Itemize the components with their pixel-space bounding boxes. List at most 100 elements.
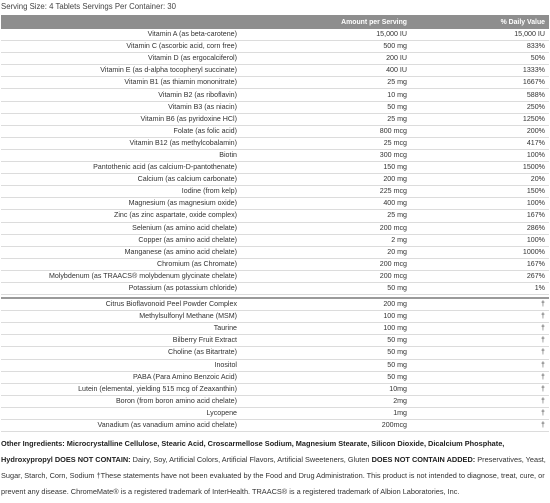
table-row: Methylsulfonyl Methane (MSM) 100 mg † xyxy=(1,310,549,324)
amount-per-serving: 50 mg xyxy=(241,334,411,348)
table-row: Iodine (from kelp) 225 mcg 150% xyxy=(1,185,549,199)
table-row: Calcium (as calcium carbonate) 200 mg 20% xyxy=(1,173,549,187)
daily-value: 250% xyxy=(411,101,549,114)
amount-per-serving: 200 mcg xyxy=(241,258,411,271)
amount-per-serving: 100 mg xyxy=(241,322,411,336)
nutrient-name: Selenium (as amino acid chelate) xyxy=(1,222,241,235)
table-row: Copper (as amino acid chelate) 2 mg 100% xyxy=(1,234,549,247)
does-not-contain-added-label: DOES NOT CONTAIN ADDED: xyxy=(371,455,476,464)
amount-per-serving: 100 mg xyxy=(241,310,411,324)
daily-value: † xyxy=(411,395,549,408)
daily-value: 15,000 IU xyxy=(411,29,549,42)
table-row: Zinc (as zinc aspartate, oxide complex) 2… xyxy=(1,209,549,223)
serving-size-text: Serving Size: 4 Tablets Servings Per Con… xyxy=(1,2,176,11)
table-row: Lycopene 1mg † xyxy=(1,407,549,421)
daily-value: 286% xyxy=(411,222,549,235)
daily-value: 200% xyxy=(411,125,549,138)
other-ingredients-label: Other Ingredients: xyxy=(1,439,65,448)
daily-value: † xyxy=(411,419,549,433)
amount-per-serving: 800 mcg xyxy=(241,125,411,138)
nutrient-name: Biotin xyxy=(1,149,241,163)
amount-per-serving: 2mg xyxy=(241,395,411,408)
amount-per-serving: 500 mg xyxy=(241,40,411,54)
table-row: Biotin 300 mcg 100% xyxy=(1,149,549,163)
nutrient-name: Methylsulfonyl Methane (MSM) xyxy=(1,310,241,324)
nutrient-name: Copper (as amino acid chelate) xyxy=(1,234,241,247)
daily-value: 588% xyxy=(411,88,549,102)
daily-value: † xyxy=(411,334,549,348)
daily-value: 1% xyxy=(411,282,549,296)
amount-per-serving: 20 mg xyxy=(241,246,411,259)
amount-per-serving: 25 mg xyxy=(241,76,411,90)
amount-per-serving: 200 mcg xyxy=(241,270,411,283)
nutrient-name: Vitamin B3 (as niacin) xyxy=(1,101,241,114)
daily-value: † xyxy=(411,407,549,421)
ingredients-footer: Other Ingredients: Microcrystalline Cell… xyxy=(1,436,549,500)
table-row: Pantothenic acid (as calcium-D-pantothen… xyxy=(1,161,549,175)
amount-per-serving: 25 mg xyxy=(241,113,411,126)
nutrient-name: PABA (Para Amino Benzoic Acid) xyxy=(1,371,241,384)
amount-per-serving: 2 mg xyxy=(241,234,411,247)
table-row: Lutein (elemental, yielding 515 mcg of Z… xyxy=(1,383,549,396)
supplement-facts-table: Amount per Serving % Daily Value Vitamin… xyxy=(1,15,549,433)
amount-per-serving: 225 mcg xyxy=(241,185,411,199)
amount-per-serving: 50 mg xyxy=(241,282,411,296)
nutrient-name: Vitamin E (as d-alpha tocopheryl succina… xyxy=(1,64,241,78)
table-row: Vitamin B6 (as pyridoxine HCl) 25 mg 1250% xyxy=(1,113,549,126)
amount-per-serving: 50 mg xyxy=(241,346,411,360)
nutrient-name: Iodine (from kelp) xyxy=(1,185,241,199)
table-row: Folate (as folic acid) 800 mcg 200% xyxy=(1,125,549,138)
daily-value: † xyxy=(411,359,549,372)
daily-value: 1500% xyxy=(411,161,549,175)
nutrient-name: Vitamin B12 (as methylcobalamin) xyxy=(1,137,241,150)
table-row: Boron (from boron amino acid chelate) 2mg… xyxy=(1,395,549,408)
nutrient-name: Magnesium (as magnesium oxide) xyxy=(1,197,241,211)
amount-per-serving: 200mcg xyxy=(241,419,411,433)
header-name xyxy=(1,15,241,29)
nutrient-name: Vitamin B2 (as riboflavin) xyxy=(1,88,241,102)
daily-value: 100% xyxy=(411,234,549,247)
nutrient-name: Potassium (as potassium chloride) xyxy=(1,282,241,296)
daily-value: † xyxy=(411,310,549,324)
table-row: PABA (Para Amino Benzoic Acid) 50 mg † xyxy=(1,371,549,384)
amount-per-serving: 200 mg xyxy=(241,298,411,312)
nutrient-name: Bilberry Fruit Extract xyxy=(1,334,241,348)
table-row: Selenium (as amino acid chelate) 200 mcg 2… xyxy=(1,222,549,235)
nutrient-name: Zinc (as zinc aspartate, oxide complex) xyxy=(1,209,241,223)
does-not-contain-text: Dairy, Soy, Artificial Colors, Artificia… xyxy=(132,455,370,464)
daily-value: † xyxy=(411,383,549,396)
nutrient-name: Vitamin B1 (as thiamin mononitrate) xyxy=(1,76,241,90)
table-row: Chromium (as Chromate) 200 mcg 167% xyxy=(1,258,549,271)
table-row: Vitamin A (as beta-carotene) 15,000 IU 15,… xyxy=(1,29,549,42)
header-amount: Amount per Serving xyxy=(241,15,411,29)
daily-value: 100% xyxy=(411,149,549,163)
table-row: Vitamin C (ascorbic acid, corn free) 500 … xyxy=(1,40,549,54)
nutrient-name: Taurine xyxy=(1,322,241,336)
nutrient-name: Vitamin D (as ergocalciferol) xyxy=(1,52,241,66)
daily-value: 833% xyxy=(411,40,549,54)
amount-per-serving: 300 mcg xyxy=(241,149,411,163)
daily-value: 417% xyxy=(411,137,549,150)
daily-value: 20% xyxy=(411,173,549,187)
nutrient-name: Chromium (as Chromate) xyxy=(1,258,241,271)
nutrient-name: Vitamin C (ascorbic acid, corn free) xyxy=(1,40,241,54)
amount-per-serving: 25 mcg xyxy=(241,137,411,150)
amount-per-serving: 400 mg xyxy=(241,197,411,211)
nutrient-name: Calcium (as calcium carbonate) xyxy=(1,173,241,187)
amount-per-serving: 10mg xyxy=(241,383,411,396)
table-row: Potassium (as potassium chloride) 50 mg 1% xyxy=(1,282,549,296)
nutrient-name: Choline (as Bitartrate) xyxy=(1,346,241,360)
daily-value: † xyxy=(411,322,549,336)
table-row: Vitamin B2 (as riboflavin) 10 mg 588% xyxy=(1,88,549,102)
amount-per-serving: 150 mg xyxy=(241,161,411,175)
daily-value: 1333% xyxy=(411,64,549,78)
does-not-contain-label: DOES NOT CONTAIN: xyxy=(54,455,131,464)
nutrient-name: Molybdenum (as TRAACS® molybdenum glycin… xyxy=(1,270,241,283)
nutrient-name: Inositol xyxy=(1,359,241,372)
table-row: Magnesium (as magnesium oxide) 400 mg 100% xyxy=(1,197,549,211)
amount-per-serving: 50 mg xyxy=(241,101,411,114)
daily-value: 150% xyxy=(411,185,549,199)
nutrient-name: Lycopene xyxy=(1,407,241,421)
table-row: Inositol 50 mg † xyxy=(1,359,549,372)
nutrient-name: Boron (from boron amino acid chelate) xyxy=(1,395,241,408)
